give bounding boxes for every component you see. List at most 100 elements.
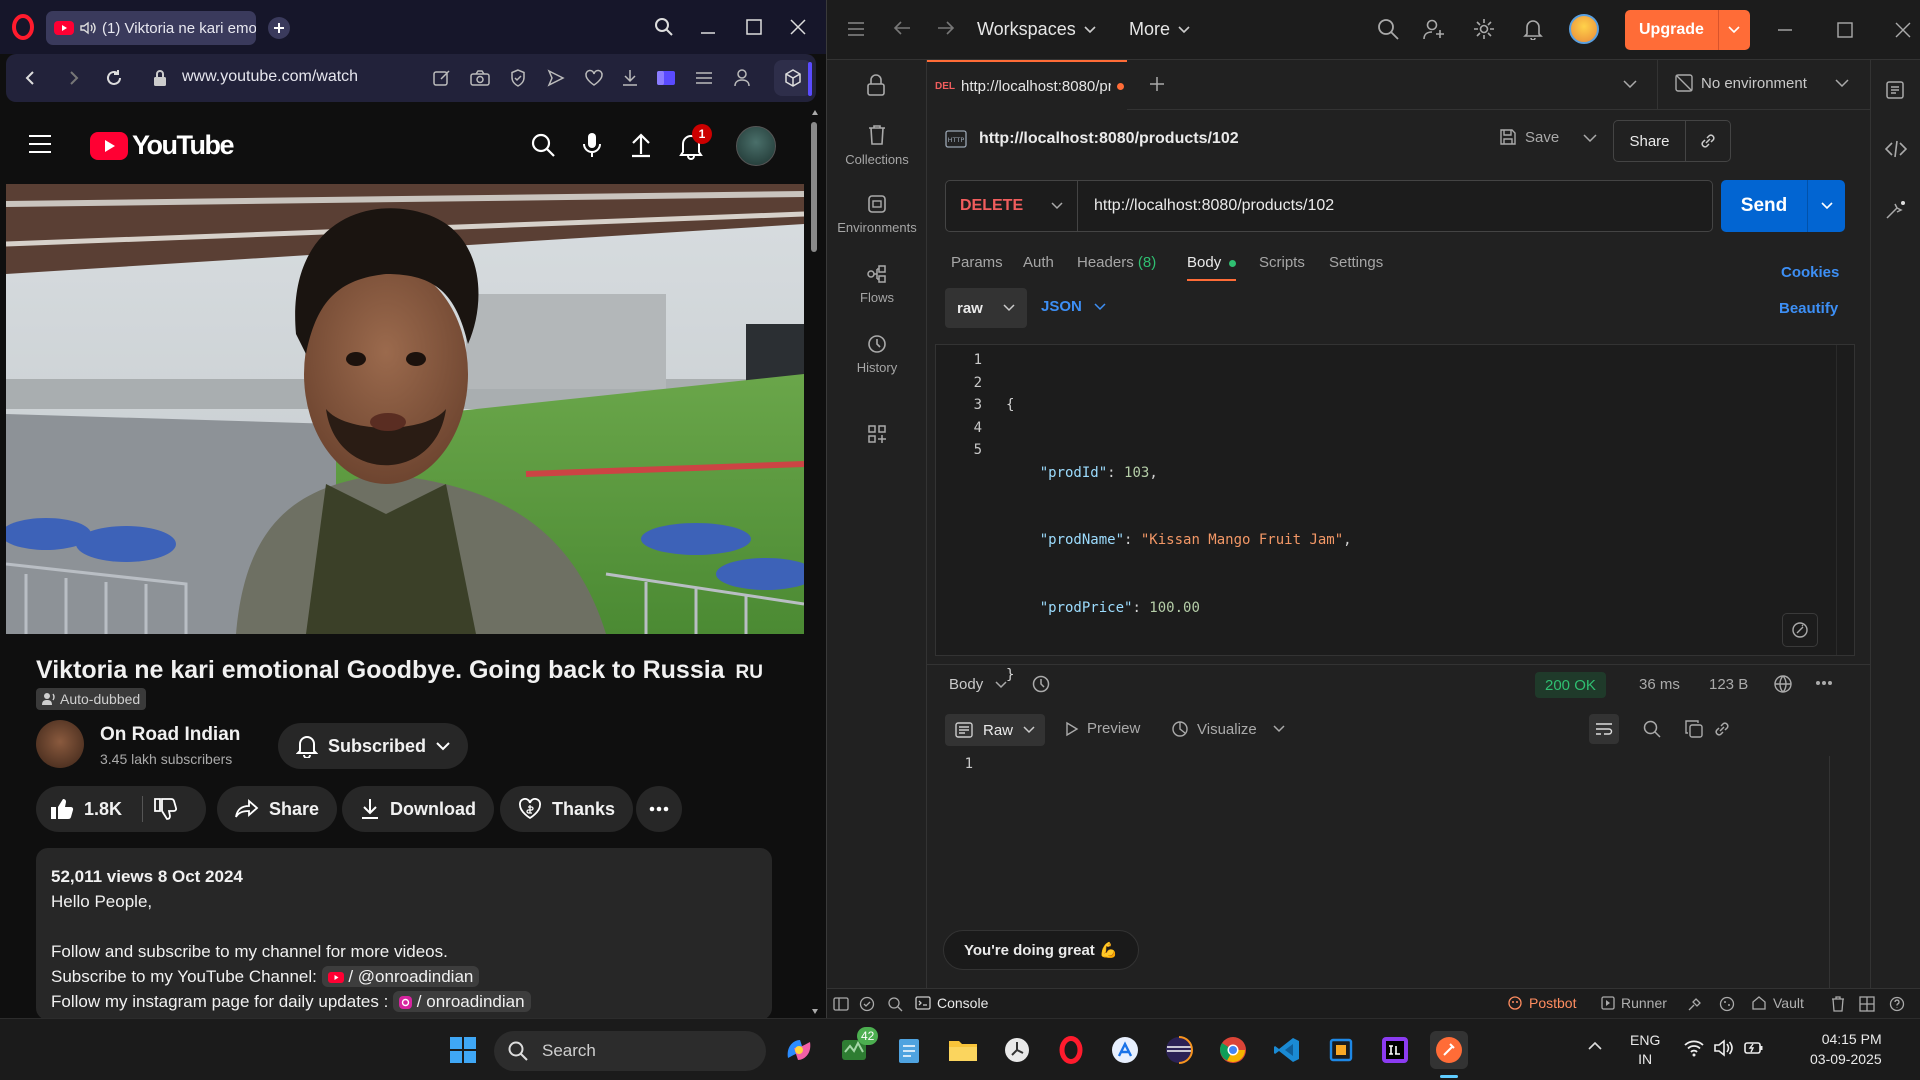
response-view-raw[interactable]: Raw [945,714,1046,746]
vault-button[interactable]: Vault [1751,995,1804,1011]
opera-logo-icon[interactable] [12,14,34,40]
network-info-button[interactable] [1773,674,1793,694]
vscode-icon[interactable] [1268,1031,1306,1069]
app-menu-button[interactable] [847,22,865,36]
documentation-button[interactable] [1885,80,1905,100]
new-tab-button[interactable] [1149,76,1165,92]
tab-settings[interactable]: Settings [1329,254,1383,271]
request-body-editor[interactable]: 1 2 3 4 5 { "prodId": 103, "prodName": "… [935,344,1855,683]
notepad-icon[interactable] [890,1031,928,1069]
body-mode-selector[interactable]: raw [945,288,1027,328]
help-button[interactable] [1889,996,1905,1012]
configure-sidebar-button[interactable] [867,424,887,444]
response-history-button[interactable] [1031,674,1051,694]
nav-forward-button[interactable] [937,20,955,36]
instagram-link[interactable]: / onroadindian [393,991,531,1012]
response-view-preview[interactable]: Preview [1065,720,1140,737]
dislike-button[interactable] [153,798,178,820]
sidebar-item-collections[interactable]: Collections [827,124,927,167]
system-tray-quick-settings[interactable] [1684,1039,1764,1057]
new-tab-button[interactable] [268,17,290,39]
virtualbox-icon[interactable] [1322,1031,1360,1069]
chrome-icon[interactable] [1214,1031,1252,1069]
intellij-icon[interactable] [1376,1031,1414,1069]
file-explorer-icon[interactable] [944,1031,982,1069]
heart-icon[interactable] [582,66,606,90]
encouragement-toast[interactable]: You're doing great 💪 [943,930,1139,970]
runner-button[interactable]: Runner [1601,995,1667,1011]
response-search-button[interactable] [1643,720,1661,738]
save-button[interactable]: Save [1499,128,1559,146]
tab-headers[interactable]: Headers (8) [1077,254,1156,271]
page-scrollbar[interactable] [808,110,820,1016]
forward-button[interactable] [62,66,86,90]
eclipse-icon[interactable] [1160,1031,1198,1069]
upgrade-button[interactable]: Upgrade [1625,10,1718,50]
speaker-icon[interactable] [80,21,96,35]
more-menu[interactable]: More [1129,19,1190,40]
more-actions-button[interactable] [636,786,682,832]
like-button[interactable]: 1.8K [50,798,122,820]
copy-link-button[interactable] [1713,720,1731,738]
maximize-button[interactable] [736,10,772,44]
youtube-logo[interactable]: YouTube [90,130,234,161]
body-language-selector[interactable]: JSON [1041,298,1106,315]
tab-search-button[interactable] [646,10,682,44]
url-input[interactable]: http://localhost:8080/products/102 [1078,181,1712,231]
console-button[interactable]: Console [915,995,988,1011]
code-snippet-button[interactable] [1885,140,1907,158]
send-button[interactable]: Send [1721,180,1807,232]
upgrade-dropdown-button[interactable] [1717,10,1750,50]
response-time[interactable]: 36 ms [1639,676,1680,693]
minimize-button[interactable] [690,10,726,44]
close-button[interactable] [1895,22,1911,38]
upload-button[interactable] [630,132,652,158]
sidebar-item-environments[interactable]: Environments [827,194,927,235]
video-description[interactable]: 52,011 views 8 Oct 2024 Hello People, Fo… [36,848,772,1018]
profile-icon[interactable] [730,66,754,90]
share-button[interactable]: Share [217,786,338,832]
lock-icon[interactable] [866,74,886,96]
taskbar-search[interactable]: Search [494,1031,766,1071]
response-view-visualize[interactable]: Visualize [1171,720,1285,738]
account-avatar[interactable] [736,126,776,166]
related-button[interactable] [1885,200,1907,220]
tab-params[interactable]: Params [951,254,1003,271]
notifications-button[interactable] [1523,18,1543,40]
request-tab[interactable]: DEL http://localhost:8080/pr [927,60,1127,110]
cookies-status-button[interactable] [1719,996,1735,1012]
minimize-button[interactable] [1777,22,1793,38]
invite-button[interactable] [1423,18,1445,40]
voice-search-button[interactable] [582,132,602,158]
channel-avatar[interactable] [36,720,84,768]
response-more-button[interactable] [1815,680,1833,686]
clock-app-icon[interactable] [998,1031,1036,1069]
youtube-channel-link[interactable]: / @onroadindian [321,966,480,987]
subscribed-button[interactable]: Subscribed [278,723,469,769]
download-button[interactable]: Download [342,786,494,832]
editor-scrollbar[interactable] [1836,345,1854,655]
close-button[interactable] [780,10,816,44]
request-name[interactable]: http://localhost:8080/products/102 [979,130,1239,148]
ai-assist-button[interactable] [1782,613,1818,647]
sidebar-toggle-icon[interactable] [654,66,678,90]
sidebar-item-history[interactable]: History [827,334,927,375]
thanks-button[interactable]: Thanks [500,786,634,832]
find-replace-button[interactable] [887,996,903,1012]
environment-selector[interactable]: No environment [1675,74,1849,92]
search-button[interactable] [1377,18,1399,40]
sidebar-item-flows[interactable]: Flows [827,264,927,305]
response-body-selector[interactable]: Body [949,676,1007,693]
save-options-button[interactable] [1583,134,1597,142]
back-button[interactable] [18,66,42,90]
system-clock[interactable]: 04:15 PM 03-09-2025 [1810,1029,1882,1069]
copilot-icon[interactable] [780,1031,818,1069]
shield-icon[interactable] [506,66,530,90]
video-player[interactable] [6,184,804,634]
channel-name[interactable]: On Road Indian [100,724,240,746]
method-selector[interactable]: DELETE [946,181,1078,231]
copy-link-button[interactable] [1686,121,1730,161]
nav-back-button[interactable] [893,20,911,36]
start-button[interactable] [444,1031,482,1069]
postbot-button[interactable]: Postbot [1507,995,1576,1011]
